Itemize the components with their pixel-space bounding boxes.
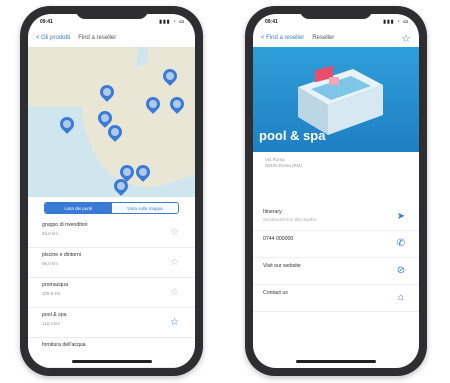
action-label: Contact us — [263, 290, 288, 296]
reseller-distance: 95,0 km — [42, 261, 59, 266]
website-row[interactable]: Visit our website ⊘ — [253, 258, 419, 285]
reseller-distance: 108,8 km — [42, 291, 61, 296]
reseller-distance: 112,3 km — [42, 321, 61, 326]
reseller-name: pool & spa — [42, 312, 67, 318]
nav-bar: < Gli prodotti Find a reseller — [28, 30, 195, 46]
home-indicator[interactable] — [296, 360, 376, 363]
reseller-distance: 82,8 km — [42, 231, 59, 236]
back-button[interactable]: < Gli prodotti — [36, 35, 70, 41]
phone-left: 09:41 ▮▮▮ ◔ ▭ < Gli prodotti Find a rese… — [20, 6, 203, 376]
list-item[interactable]: piscine e dintorni 95,0 km ☆ — [28, 248, 195, 278]
map-view[interactable] — [28, 47, 195, 197]
reseller-brand: pool & spa — [259, 128, 326, 143]
page-title: Reseller — [312, 35, 335, 41]
status-icons: ▮▮▮ ◔ ▭ — [383, 19, 409, 25]
reseller-name: gruppo di rivenditori — [42, 222, 88, 228]
mail-icon: ⌂ — [397, 292, 405, 303]
reseller-list: gruppo di rivenditori 82,8 km ☆ piscine … — [28, 218, 195, 368]
action-label: Itinerary — [263, 209, 282, 215]
phone-icon: ✆ — [396, 238, 406, 249]
star-icon[interactable]: ☆ — [170, 258, 179, 268]
reseller-detail-screen: 09:41 ▮▮▮ ◔ ▭ < Find a reseller Reseller… — [253, 14, 419, 368]
reseller-address: Via Roma 00100 Roma (RM) — [265, 157, 302, 169]
list-item[interactable]: pool & spa 112,3 km ☆ — [28, 308, 195, 338]
star-icon[interactable]: ☆ — [170, 228, 179, 238]
reseller-name: piscine e dintorni — [42, 252, 81, 258]
list-item[interactable]: fornitura dell'acqua — [28, 338, 195, 368]
nav-bar: < Find a reseller Reseller ☆ — [253, 30, 419, 46]
reseller-name: promacqua — [42, 282, 68, 288]
tab-list[interactable]: Lista dei punti — [45, 203, 112, 213]
star-icon[interactable]: ☆ — [170, 318, 179, 328]
reseller-name: fornitura dell'acqua — [42, 342, 86, 348]
reseller-list-screen: 09:41 ▮▮▮ ◔ ▭ < Gli prodotti Find a rese… — [28, 14, 195, 368]
status-time: 09:41 — [40, 19, 53, 25]
action-list: Itinerary Get directions to this reselle… — [253, 204, 419, 312]
navigate-icon: ➤ — [396, 211, 406, 222]
list-item[interactable]: gruppo di rivenditori 82,8 km ☆ — [28, 218, 195, 248]
action-label: Visit our website — [263, 263, 301, 269]
home-indicator[interactable] — [71, 360, 152, 363]
view-toggle: Lista dei punti Vista sulla mappa — [44, 202, 179, 214]
itinerary-row[interactable]: Itinerary Get directions to this reselle… — [253, 204, 419, 231]
phone-right: 09:41 ▮▮▮ ◔ ▭ < Find a reseller Reseller… — [245, 6, 427, 376]
action-label: 0744 000000 — [263, 236, 294, 242]
phone-notch — [75, 6, 148, 19]
star-icon[interactable]: ☆ — [170, 288, 179, 298]
map-pin[interactable] — [57, 114, 77, 134]
star-icon[interactable]: ☆ — [401, 32, 411, 45]
address-line: 00100 Roma (RM) — [265, 163, 303, 168]
back-button[interactable]: < Find a reseller — [261, 35, 304, 41]
globe-icon: ⊘ — [396, 265, 406, 276]
list-item[interactable]: promacqua 108,8 km ☆ — [28, 278, 195, 308]
phone-notch — [300, 6, 372, 19]
action-sublabel: Get directions to this reseller — [263, 217, 317, 222]
status-time: 09:41 — [265, 19, 278, 25]
reseller-hero: pool & spa — [253, 47, 419, 152]
phone-row[interactable]: 0744 000000 ✆ — [253, 231, 419, 258]
contact-row[interactable]: Contact us ⌂ — [253, 285, 419, 312]
page-title: Find a reseller — [78, 35, 117, 41]
tab-map[interactable]: Vista sulla mappa — [112, 203, 179, 213]
status-icons: ▮▮▮ ◔ ▭ — [159, 19, 185, 25]
